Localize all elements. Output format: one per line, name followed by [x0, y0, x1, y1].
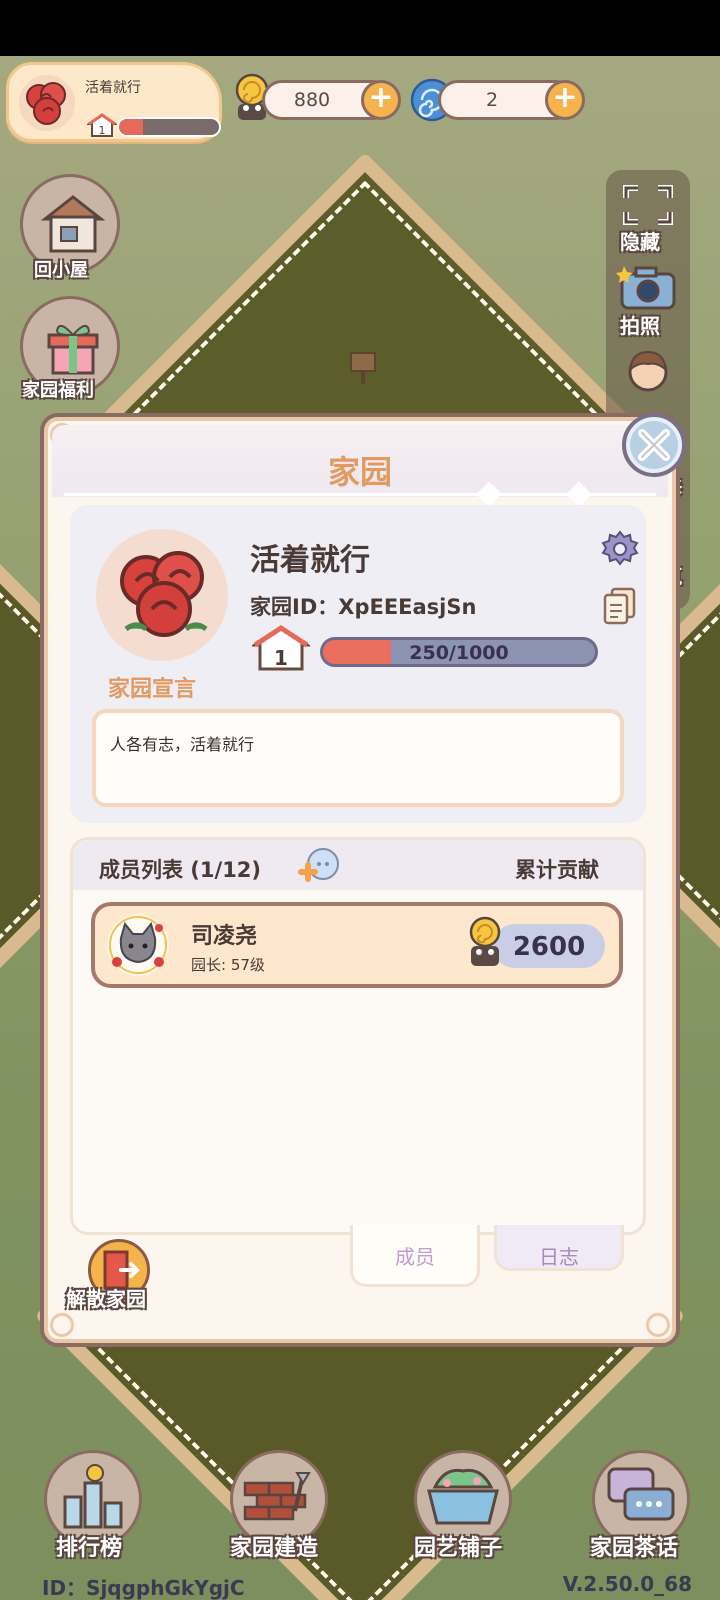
garden-rose-avatar-icon[interactable] — [96, 529, 228, 661]
add-snail-currency-button[interactable]: + — [361, 80, 401, 120]
garden-name-label: 活着就行 — [85, 80, 141, 96]
status-bar — [0, 0, 720, 56]
garden-build-label: 家园建造 — [230, 1536, 319, 1561]
snail-currency-icon — [463, 912, 507, 972]
members-header: 成员列表 (1/12) 累计贡献 — [73, 840, 643, 890]
garden-welfare-label: 家园福利 — [22, 380, 94, 401]
member-contribution: 2600 — [512, 932, 586, 962]
member-contribution-pill: 2600 — [493, 924, 605, 968]
garden-level-progress-fill — [119, 119, 143, 135]
member-cat-avatar-icon — [107, 914, 169, 976]
tab-members[interactable]: 成员 — [350, 1225, 480, 1287]
members-title: 成员列表 (1/12) — [99, 858, 262, 882]
tab-members-label: 成员 — [395, 1245, 435, 1269]
disband-garden-label: 解散家园 — [66, 1287, 146, 1311]
garden-info-dialog: 家园 活着就行 家园ID：XpEEEasjSn 1 250/1000 家园宣言 … — [40, 413, 680, 1347]
garden-info-card: 活着就行 家园ID：XpEEEasjSn 1 250/1000 家园宣言 人各有… — [70, 505, 646, 823]
corner-ornament — [646, 1313, 670, 1337]
garden-shop-label: 园艺铺子 — [414, 1536, 503, 1561]
snail-currency-value: 880 — [293, 89, 331, 111]
member-row[interactable]: 司凌尧 园长: 57级 2600 — [91, 902, 623, 988]
member-name: 司凌尧 — [191, 924, 258, 949]
invite-member-icon[interactable] — [295, 844, 343, 892]
garden-id-value: XpEEEasjSn — [338, 595, 477, 619]
svg-text:1: 1 — [274, 646, 288, 670]
garden-chat-label: 家园茶话 — [590, 1536, 679, 1561]
user-id-footer: ID：SjqgphGkYgjC — [42, 1576, 245, 1600]
members-panel: 成员列表 (1/12) 累计贡献 司凌尧 园长: 57级 2600 — [70, 837, 646, 1235]
garden-sign-post — [361, 370, 365, 384]
svg-text:1: 1 — [99, 124, 106, 137]
snail-currency-display: 880 + — [262, 80, 401, 120]
gift-icon — [37, 309, 109, 381]
garden-sign — [350, 352, 376, 372]
garden-id: 家园ID：XpEEEasjSn — [250, 591, 476, 621]
camera-icon — [616, 266, 676, 310]
garden-level-progress-bar — [117, 117, 221, 137]
declaration-label: 家园宣言 — [108, 677, 197, 702]
leaderboard-label: 排行榜 — [56, 1536, 123, 1561]
garden-id-label: 家园ID： — [250, 595, 339, 619]
garden-name: 活着就行 — [250, 543, 370, 578]
contribution-header: 累计贡献 — [515, 858, 599, 882]
close-icon — [638, 429, 670, 461]
garden-profile-chip[interactable]: 活着就行 1 — [6, 62, 222, 142]
garden-xp-bar: 250/1000 — [320, 637, 598, 667]
camera-label: 拍照 — [620, 314, 660, 338]
hide-ui-label: 隐藏 — [620, 230, 660, 254]
garden-level-house-icon: 1 — [85, 113, 119, 137]
version-footer: V.2.50.0_68 — [562, 1572, 692, 1596]
gear-icon[interactable] — [600, 529, 640, 573]
character-icon — [628, 350, 668, 392]
spiral-currency-value: 2 — [485, 89, 499, 111]
spiral-currency-display: 2 + — [438, 80, 585, 120]
garden-level-house-icon: 1 — [249, 625, 313, 671]
tab-log-label: 日志 — [539, 1245, 579, 1269]
rose-avatar-icon — [19, 75, 75, 131]
member-role: 园长: 57级 — [191, 956, 265, 974]
camera-button[interactable] — [616, 262, 680, 316]
tab-log[interactable]: 日志 — [494, 1225, 624, 1271]
fullscreen-icon — [623, 185, 673, 225]
garden-xp-text: 250/1000 — [409, 642, 509, 664]
character-button[interactable] — [616, 348, 680, 402]
corner-ornament — [50, 1313, 74, 1337]
close-dialog-button[interactable] — [622, 413, 686, 477]
add-spiral-currency-button[interactable]: + — [545, 80, 585, 120]
house-icon — [37, 187, 109, 259]
copy-icon[interactable] — [600, 585, 640, 629]
declaration-text: 人各有志，活着就行 — [110, 735, 255, 754]
back-to-house-label: 回小屋 — [34, 260, 88, 281]
declaration-box[interactable]: 人各有志，活着就行 — [92, 709, 624, 807]
